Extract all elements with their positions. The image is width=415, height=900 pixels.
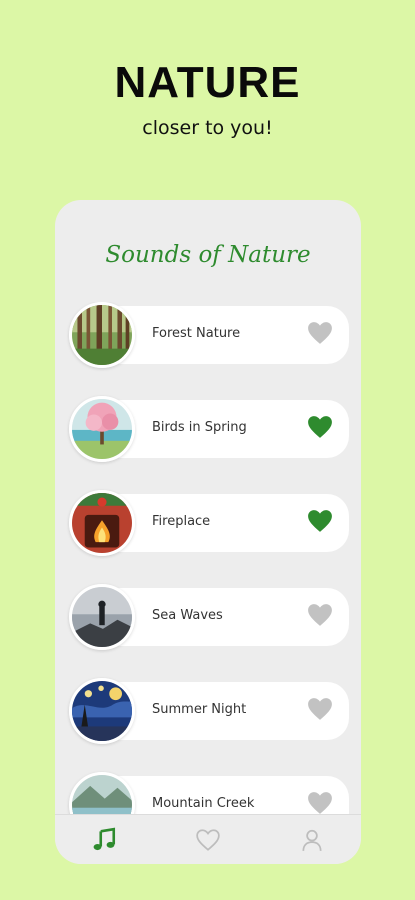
card-title: Sounds of Nature (105, 242, 311, 268)
person-icon[interactable] (299, 827, 325, 853)
item-label: Fireplace (152, 514, 211, 529)
heart-icon[interactable] (307, 697, 333, 721)
fireplace-thumbnail (69, 490, 135, 556)
wanderer-sea-thumbnail (69, 584, 135, 650)
blossom-tree-thumbnail (69, 396, 135, 462)
heart-icon[interactable] (307, 321, 333, 345)
list-item-fireplace[interactable]: Fireplace (69, 490, 349, 556)
list-item-summer-night[interactable]: Summer Night (69, 678, 349, 744)
item-label: Mountain Creek (152, 796, 255, 811)
item-label: Summer Night (152, 702, 247, 717)
list-item-mountain-creek[interactable]: Mountain Creek (69, 772, 349, 814)
heart-icon[interactable] (307, 415, 333, 439)
list-item-birds-in-spring[interactable]: Birds in Spring (69, 396, 349, 462)
sounds-list[interactable]: Forest Nature Birds in Spring Fireplace … (55, 302, 361, 814)
heart-icon[interactable] (307, 791, 333, 814)
app-subtitle: closer to you! (142, 117, 273, 139)
bottom-tab-bar (55, 814, 361, 864)
heart-outline-icon[interactable] (195, 827, 221, 853)
item-label: Forest Nature (152, 326, 241, 341)
music-note-icon[interactable] (91, 827, 117, 853)
heart-icon[interactable] (307, 509, 333, 533)
starry-night-thumbnail (69, 678, 135, 744)
forest-thumbnail (69, 302, 135, 368)
app-title: NATURE (114, 58, 301, 107)
sounds-card: Sounds of Nature Forest Nature Birds in … (55, 200, 361, 864)
list-item-sea-waves[interactable]: Sea Waves (69, 584, 349, 650)
heart-icon[interactable] (307, 603, 333, 627)
item-label: Birds in Spring (152, 420, 247, 435)
item-label: Sea Waves (152, 608, 223, 623)
list-item-forest-nature[interactable]: Forest Nature (69, 302, 349, 368)
